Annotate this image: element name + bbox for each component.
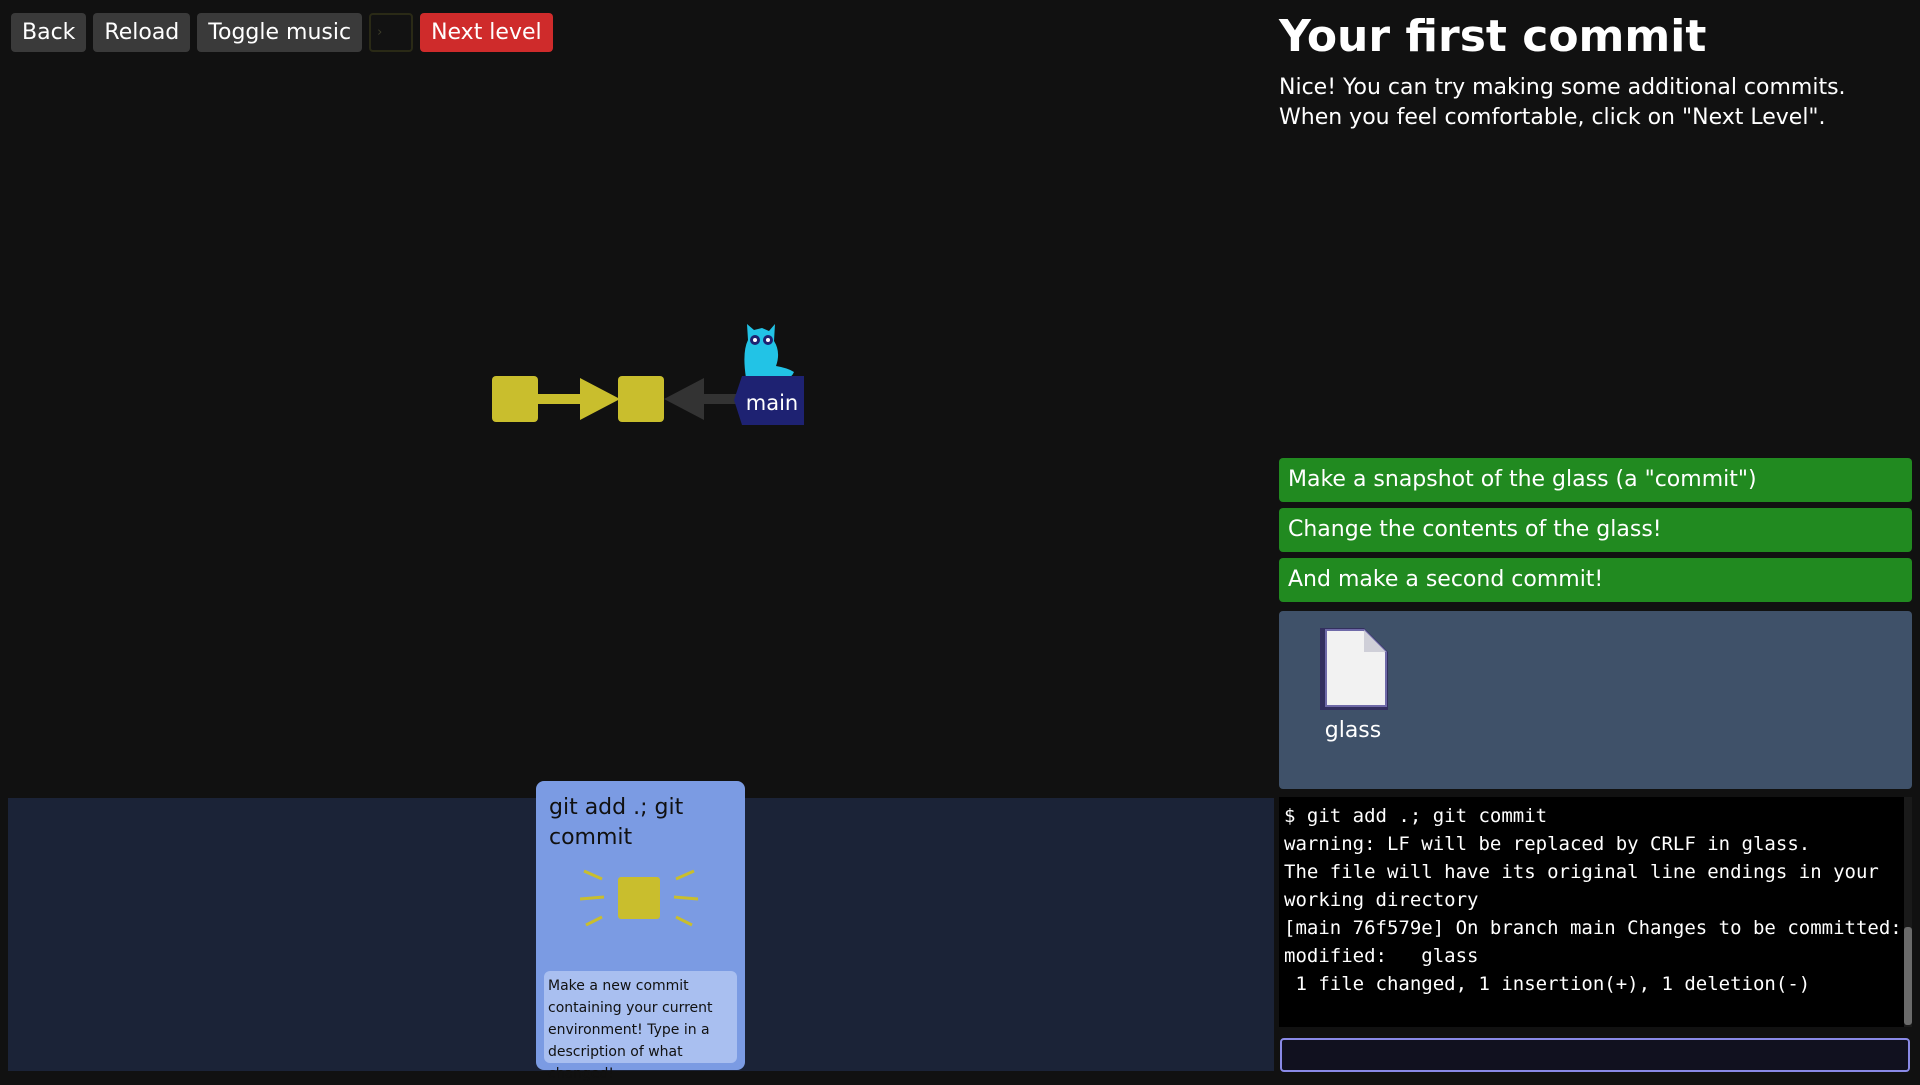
level-title: Your first commit <box>1279 11 1707 62</box>
terminal-line: The file will have its original line end… <box>1284 861 1879 883</box>
commit-edge-arrowhead <box>580 378 620 420</box>
file-item[interactable]: glass <box>1313 626 1393 743</box>
goal-item: And make a second commit! <box>1279 558 1912 602</box>
command-card[interactable]: git add .; git commit Make a new commit … <box>536 781 745 1082</box>
terminal-line: warning: LF will be replaced by CRLF in … <box>1284 833 1811 855</box>
terminal-line: modified: glass <box>1284 945 1479 967</box>
branch-label: main <box>746 391 798 415</box>
reload-button[interactable]: Reload <box>93 13 191 52</box>
toolbar: Back Reload Toggle music › Next level <box>11 13 553 52</box>
terminal-line: $ git add .; git commit <box>1284 805 1548 827</box>
terminal-toggle-button[interactable]: › <box>369 13 414 52</box>
goal-item: Change the contents of the glass! <box>1279 508 1912 552</box>
goal-list: Make a snapshot of the glass (a "commit"… <box>1279 458 1912 608</box>
level-description: Nice! You can try making some additional… <box>1279 75 1846 130</box>
file-name: glass <box>1324 718 1382 743</box>
terminal-scroll-thumb[interactable] <box>1904 927 1912 1025</box>
back-button[interactable]: Back <box>11 13 87 52</box>
next-level-button[interactable]: Next level <box>420 13 553 52</box>
command-input[interactable] <box>1280 1038 1910 1072</box>
commit-graph: main <box>492 324 804 425</box>
commit-node[interactable] <box>618 376 664 422</box>
toggle-music-button[interactable]: Toggle music <box>197 13 363 52</box>
card-title: git add .; git commit <box>549 795 684 850</box>
cat-mascot-icon <box>744 324 794 382</box>
branch-pointer-line <box>702 394 738 404</box>
terminal-line: [main 76f579e] On branch main Changes to… <box>1284 917 1902 939</box>
file-pane: glass <box>1279 611 1912 789</box>
file-icon <box>1320 628 1388 710</box>
terminal-scrollbar[interactable] <box>1904 797 1912 1027</box>
terminal-line: 1 file changed, 1 insertion(+), 1 deleti… <box>1284 973 1811 995</box>
terminal-line: working directory <box>1284 889 1479 911</box>
terminal-icon: › <box>377 25 383 40</box>
terminal-output: $ git add .; git commit warning: LF will… <box>1279 797 1905 1027</box>
card-description: Make a new commit containing your curren… <box>544 971 737 1082</box>
goal-item: Make a snapshot of the glass (a "commit"… <box>1279 458 1912 502</box>
commit-sparkle-icon <box>580 869 699 927</box>
commit-node[interactable] <box>492 376 538 422</box>
branch-pointer-arrowhead <box>664 378 704 420</box>
